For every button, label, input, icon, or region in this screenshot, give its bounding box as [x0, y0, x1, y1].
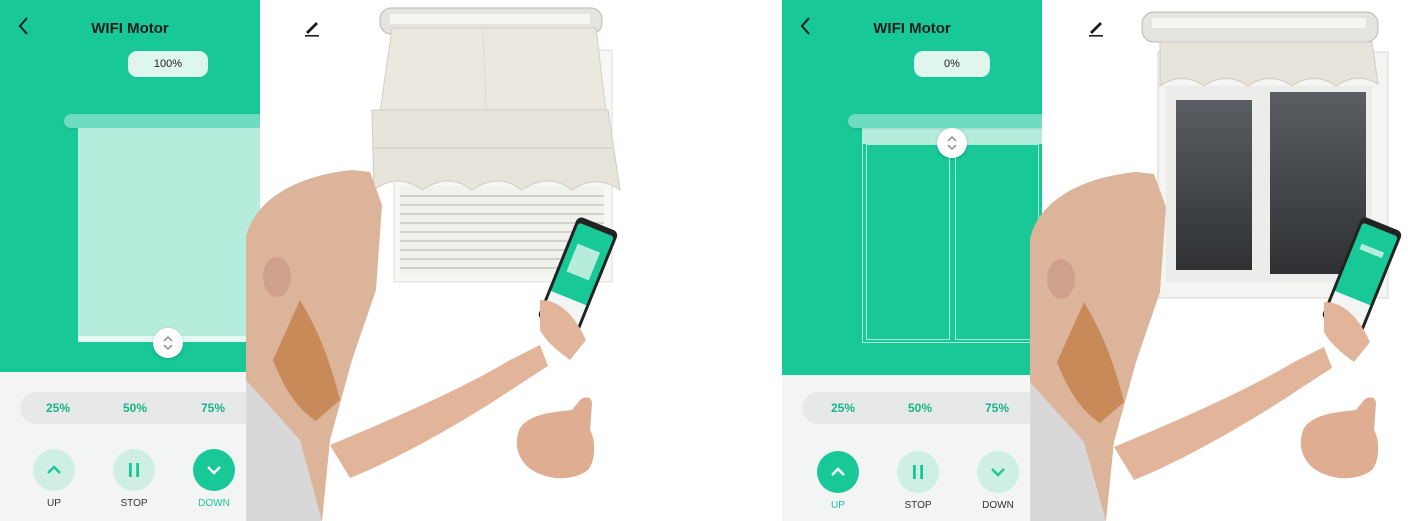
panel-closed-state: WIFI Motor 100% 25% 50% 75% UP STOP DOWN — [0, 0, 704, 521]
product-photo — [1030, 11, 1402, 521]
product-photo — [246, 7, 621, 521]
panel-open-state: WIFI Motor 0% 25% 50% 75% UP STOP DOWN — [704, 0, 1408, 521]
